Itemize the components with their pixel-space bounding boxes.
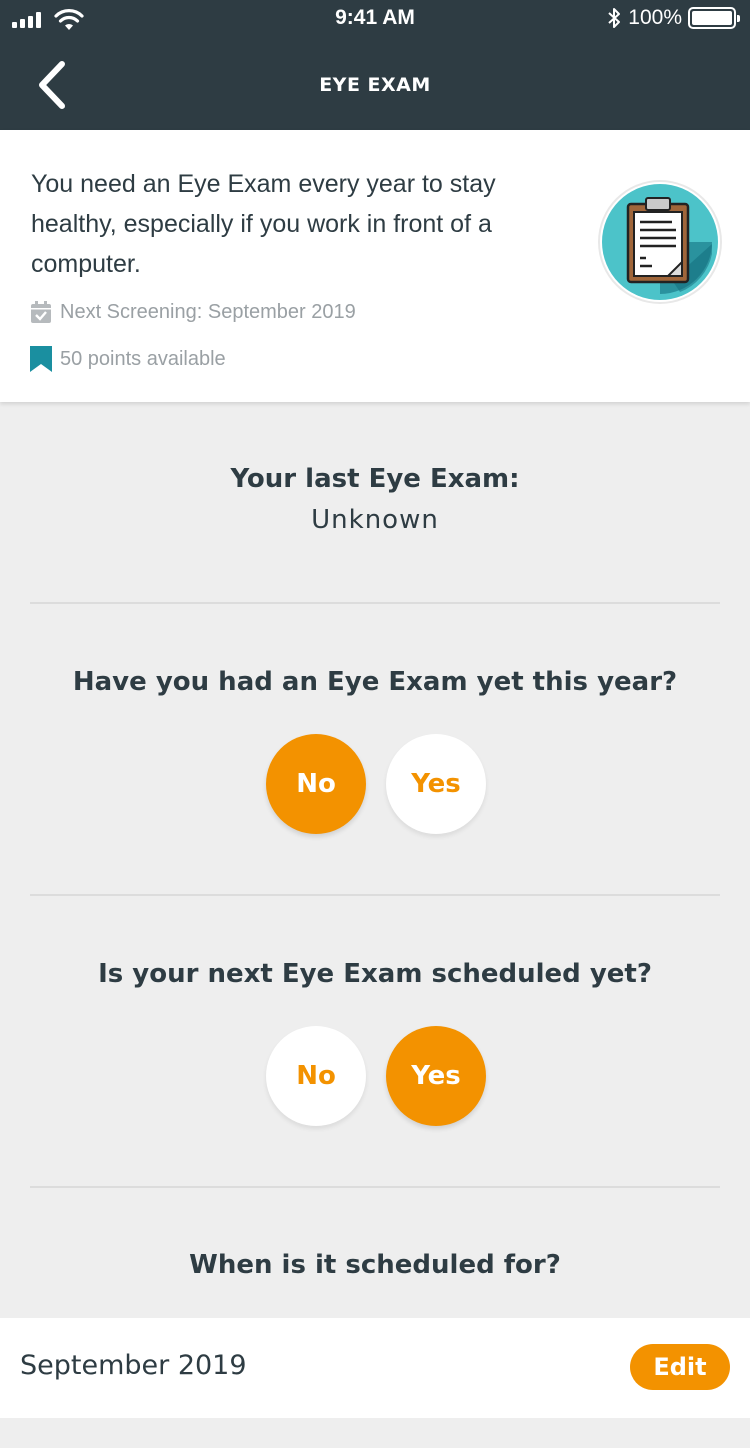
intro-card: You need an Eye Exam every year to stay … xyxy=(0,130,750,402)
bluetooth-icon xyxy=(608,8,621,28)
exam-this-year-yes-button[interactable]: Yes xyxy=(386,734,486,834)
points-available: 50 points available xyxy=(30,346,226,372)
divider xyxy=(30,894,720,896)
question-next-exam-scheduled: Is your next Eye Exam scheduled yet? xyxy=(98,959,652,989)
scheduled-date-row: September 2019 Edit xyxy=(0,1318,750,1418)
clipboard-icon xyxy=(602,184,718,300)
battery-icon xyxy=(688,7,740,29)
exam-this-year-no-button[interactable]: No xyxy=(266,734,366,834)
points-text: 50 points available xyxy=(60,347,226,370)
divider xyxy=(30,1186,720,1188)
nav-bar: EYE EXAM xyxy=(0,40,750,130)
question-scheduled-for: When is it scheduled for? xyxy=(189,1250,561,1280)
scheduled-date: September 2019 xyxy=(20,1350,247,1381)
question-exam-this-year: Have you had an Eye Exam yet this year? xyxy=(72,667,678,697)
intro-description: You need an Eye Exam every year to stay … xyxy=(31,170,496,278)
clipboard-badge xyxy=(600,182,720,302)
status-bar: 9:41 AM 100% xyxy=(0,0,750,40)
edit-date-button[interactable]: Edit xyxy=(630,1344,730,1390)
last-exam-label: Your last Eye Exam: xyxy=(230,464,520,494)
calendar-check-icon xyxy=(30,300,52,324)
bookmark-icon xyxy=(30,346,52,372)
divider xyxy=(30,602,720,604)
last-exam-value: Unknown xyxy=(311,505,439,535)
next-screening: Next Screening: September 2019 xyxy=(30,300,356,324)
next-exam-scheduled-no-button[interactable]: No xyxy=(266,1026,366,1126)
battery-percent: 100% xyxy=(628,6,682,29)
next-screening-text: Next Screening: September 2019 xyxy=(60,300,356,323)
next-exam-scheduled-yes-button[interactable]: Yes xyxy=(386,1026,486,1126)
page-title: EYE EXAM xyxy=(319,74,431,96)
status-right: 100% xyxy=(606,6,740,30)
